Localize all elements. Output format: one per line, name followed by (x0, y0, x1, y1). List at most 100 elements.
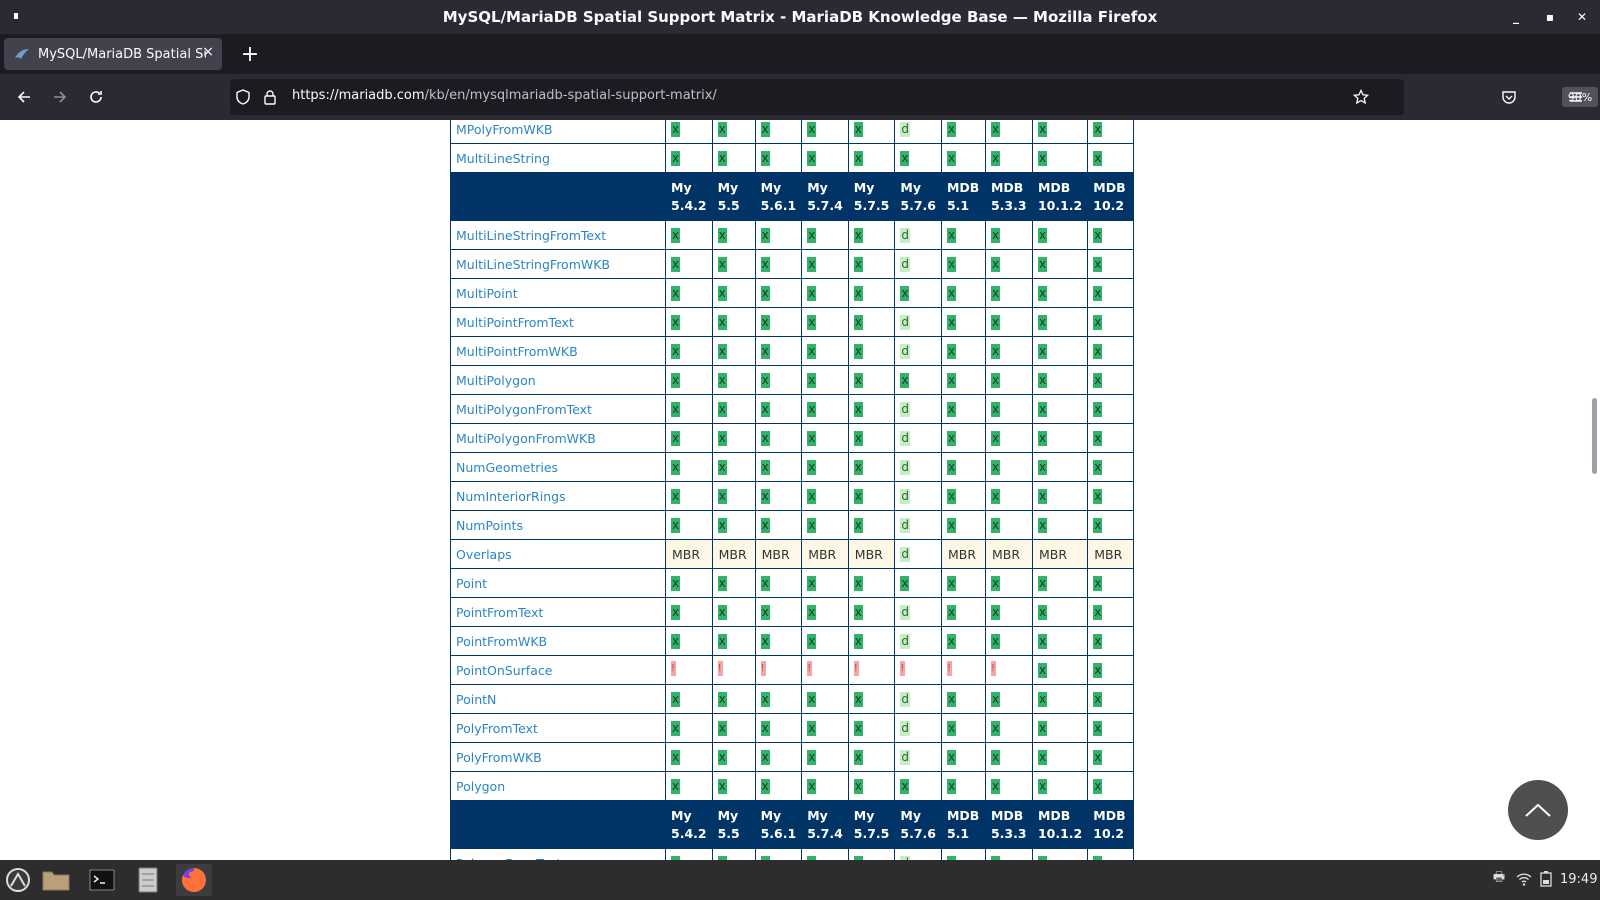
deprecated-mark: d (900, 720, 910, 736)
window-menu-icon[interactable] (14, 9, 18, 23)
app-menu-button[interactable] (1561, 82, 1591, 112)
minimize-icon[interactable]: _ (1500, 0, 1532, 34)
function-link[interactable]: PointFromText (456, 605, 543, 620)
support-cell: x (754, 771, 803, 801)
supported-mark: x (1037, 150, 1048, 166)
support-cell: x (1031, 336, 1089, 366)
launcher-icon (6, 868, 30, 892)
forward-button[interactable] (45, 82, 75, 112)
support-cell: x (665, 713, 713, 743)
supported-mark: x (946, 430, 957, 446)
supported-mark: x (717, 121, 727, 137)
function-link[interactable]: MultiPoint (456, 286, 518, 301)
unsupported-mark: ! (990, 661, 996, 676)
supported-mark: x (807, 121, 817, 137)
supported-mark: x (760, 604, 770, 620)
function-link[interactable]: PointOnSurface (456, 663, 552, 678)
function-link[interactable]: PolyFromWKB (456, 750, 542, 765)
function-link[interactable]: MultiPolygonFromWKB (456, 431, 596, 446)
support-cell: d (894, 848, 942, 860)
function-link[interactable]: MultiPolygon (456, 373, 536, 388)
close-icon[interactable]: ✕ (1566, 0, 1598, 34)
function-link[interactable]: MultiLineString (456, 151, 550, 166)
version-header-cell: My 5.4.2 (665, 172, 713, 221)
version-product: MDB (990, 807, 1024, 823)
support-cell: x (1031, 143, 1089, 173)
star-icon[interactable] (1353, 89, 1369, 105)
supported-mark: x (946, 150, 957, 166)
scrollbar-thumb[interactable] (1592, 398, 1597, 474)
function-link[interactable]: NumInteriorRings (456, 489, 566, 504)
version-number: 5.7.6 (900, 197, 936, 213)
pocket-button[interactable] (1494, 82, 1524, 112)
function-link[interactable]: Polygon (456, 779, 505, 794)
wifi-icon[interactable] (1515, 870, 1533, 888)
support-cell: x (711, 597, 756, 627)
support-cell: x (894, 568, 942, 598)
function-link[interactable]: MultiLineStringFromWKB (456, 257, 610, 272)
function-link[interactable]: MultiPolygonFromText (456, 402, 592, 417)
function-link[interactable]: PointFromWKB (456, 634, 547, 649)
battery-icon[interactable] (1537, 870, 1555, 888)
function-link[interactable]: PolyFromText (456, 721, 538, 736)
hamburger-menu-icon (1570, 92, 1582, 102)
function-link[interactable]: MultiLineStringFromText (456, 228, 606, 243)
support-cell: x (894, 771, 942, 801)
supported-mark: x (807, 749, 817, 765)
supported-mark: x (853, 488, 863, 504)
url-text[interactable]: https://mariadb.com/kb/en/mysqlmariadb-s… (292, 88, 717, 103)
reload-button[interactable] (81, 82, 111, 112)
supported-mark: x (853, 633, 863, 649)
version-number: 5.4.2 (671, 197, 707, 213)
supported-mark: x (990, 121, 1001, 137)
supported-mark: x (990, 575, 1001, 591)
page-scrollbar[interactable] (1589, 120, 1600, 860)
support-cell: ! (754, 655, 803, 685)
version-product: My (671, 179, 692, 195)
function-link[interactable]: NumPoints (456, 518, 523, 533)
supported-mark: x (853, 430, 863, 446)
function-link[interactable]: MPolyFromWKB (456, 122, 553, 137)
function-link[interactable]: MultiPointFromText (456, 315, 574, 330)
archive-manager-button[interactable] (130, 864, 166, 896)
support-cell: x (665, 510, 713, 540)
url-bar[interactable]: https://mariadb.com/kb/en/mysqlmariadb-s… (230, 79, 1598, 115)
tab-active[interactable]: MySQL/MariaDB Spatial Sup × (4, 38, 222, 70)
function-link[interactable]: MultiPointFromWKB (456, 344, 578, 359)
printer-icon[interactable]: 🖶 (1490, 870, 1508, 888)
function-name-cell: NumInteriorRings (450, 481, 666, 511)
supported-mark: x (853, 575, 863, 591)
supported-mark: x (717, 604, 727, 620)
support-cell: x (711, 143, 756, 173)
lock-icon[interactable] (263, 89, 277, 105)
supported-mark: x (760, 720, 770, 736)
back-to-top-button[interactable] (1508, 780, 1568, 840)
support-cell: x (940, 452, 986, 482)
function-link[interactable]: NumGeometries (456, 460, 558, 475)
function-link[interactable]: Overlaps (456, 547, 512, 562)
shield-icon[interactable] (236, 89, 250, 105)
support-cell: x (847, 742, 896, 772)
supported-mark: x (717, 150, 727, 166)
table-row: PointOnSurface!!!!!!!! x x (450, 655, 1135, 685)
tab-close-icon[interactable]: × (202, 44, 214, 60)
start-menu-button[interactable] (0, 864, 36, 896)
supported-mark: x (671, 372, 681, 388)
terminal-button[interactable] (84, 864, 120, 896)
function-link[interactable]: Point (456, 576, 487, 591)
new-tab-button[interactable]: + (234, 38, 266, 70)
support-cell: x (801, 336, 849, 366)
supported-mark: x (1037, 430, 1048, 446)
support-cell: d (894, 713, 942, 743)
navigation-bar: https://mariadb.com/kb/en/mysqlmariadb-s… (0, 74, 1600, 120)
support-cell: MBR (1031, 539, 1089, 569)
file-manager-button[interactable] (38, 864, 74, 896)
mbr-mark: MBR (946, 546, 978, 562)
support-cell: x (894, 143, 942, 173)
maximize-icon[interactable]: ▪ (1534, 0, 1566, 34)
firefox-taskbar-button[interactable] (176, 864, 212, 896)
support-cell: x (754, 742, 803, 772)
back-button[interactable] (9, 82, 39, 112)
supported-mark: x (671, 343, 681, 359)
function-link[interactable]: PointN (456, 692, 496, 707)
